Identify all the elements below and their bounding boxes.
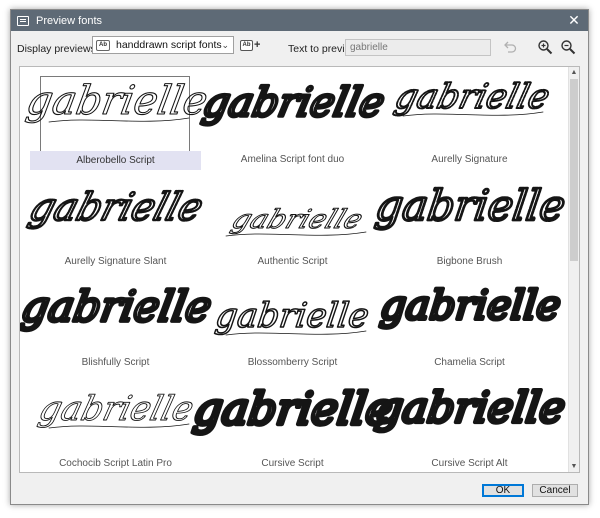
cancel-button[interactable]: Cancel bbox=[532, 484, 578, 497]
add-font-set-icon: Ab bbox=[240, 39, 253, 51]
font-set-value: handdrawn script fonts bbox=[116, 39, 222, 51]
font-name-label: Alberobello Script bbox=[30, 151, 201, 170]
font-name-label: Blishfully Script bbox=[81, 357, 150, 368]
font-preview-item[interactable]: gabrielle Chamelia Script bbox=[376, 278, 565, 378]
scroll-up-icon[interactable]: ▲ bbox=[569, 67, 579, 78]
zoom-in-icon[interactable] bbox=[537, 39, 553, 55]
font-name-label: Amelina Script font duo bbox=[240, 154, 345, 165]
font-preview-sample: gabrielle bbox=[188, 379, 397, 457]
font-name-label: Cursive Script bbox=[261, 458, 324, 469]
font-preview-sample: gabrielle bbox=[197, 75, 391, 153]
font-preview-sample: gabrielle bbox=[205, 278, 380, 356]
font-preview-text: gabrielle bbox=[372, 181, 568, 230]
font-preview-item[interactable]: gabrielle Aurelly Signature bbox=[382, 75, 557, 175]
font-name-label: Bigbone Brush bbox=[436, 256, 503, 267]
plus-icon: + bbox=[254, 39, 261, 51]
font-preview-item[interactable]: gabrielle Blossomberry Script bbox=[205, 278, 380, 378]
ok-button[interactable]: OK bbox=[482, 484, 524, 497]
font-preview-sample: gabrielle bbox=[376, 278, 565, 356]
font-set-dropdown[interactable]: Ab handdrawn script fonts ⌄ bbox=[92, 36, 234, 54]
zoom-out-icon[interactable] bbox=[560, 39, 576, 55]
font-name-label: Chamelia Script bbox=[434, 357, 505, 368]
font-preview-item[interactable]: gabrielle Alberobello Script bbox=[22, 75, 211, 175]
close-icon[interactable]: ✕ bbox=[566, 12, 582, 28]
font-preview-sample: gabrielle bbox=[23, 177, 209, 255]
undo-icon[interactable] bbox=[502, 39, 518, 55]
font-preview-text: gabrielle bbox=[227, 204, 367, 234]
font-preview-item[interactable]: gabrielle Cochocib Script Latin Pro bbox=[28, 379, 203, 472]
vertical-scrollbar[interactable]: ▲ ▼ bbox=[568, 67, 579, 472]
font-preview-text: gabrielle bbox=[391, 77, 554, 116]
font-preview-sample: gabrielle bbox=[28, 379, 203, 457]
font-preview-sample: gabrielle bbox=[22, 75, 211, 153]
font-name-label: Aurelly Signature bbox=[431, 154, 508, 165]
font-preview-text: gabrielle bbox=[23, 77, 211, 124]
font-preview-text: gabrielle bbox=[190, 384, 395, 435]
font-preview-sample: gabrielle bbox=[382, 75, 557, 153]
font-name-label: Cursive Script Alt bbox=[431, 458, 508, 469]
font-preview-item[interactable]: gabrielle Blishfully Script bbox=[20, 278, 217, 378]
toolbar: Display previews for: Ab handdrawn scrip… bbox=[11, 31, 588, 61]
font-preview-sample: gabrielle bbox=[20, 278, 217, 356]
font-preview-item[interactable]: gabrielle Cursive Script Alt bbox=[370, 379, 570, 472]
font-preview-text: gabrielle bbox=[24, 186, 208, 230]
font-preview-list: ▲ ▼ gabrielle Alberobello Script gabrielle… bbox=[19, 66, 580, 473]
font-preview-item[interactable]: gabrielle Authentic Script bbox=[205, 177, 380, 277]
font-name-label: Blossomberry Script bbox=[247, 357, 338, 368]
preview-fonts-dialog: Preview fonts ✕ Display previews for: Ab… bbox=[10, 9, 589, 505]
font-set-icon: Ab bbox=[96, 39, 110, 51]
font-preview-item[interactable]: gabrielle Aurelly Signature Slant bbox=[23, 177, 209, 277]
dialog-title: Preview fonts bbox=[36, 14, 103, 27]
font-preview-text: gabrielle bbox=[199, 78, 389, 125]
add-font-set-button[interactable]: Ab + bbox=[240, 37, 262, 53]
font-name-label: Authentic Script bbox=[257, 256, 328, 267]
font-preview-sample: gabrielle bbox=[205, 177, 380, 255]
dialog-icon bbox=[17, 15, 29, 26]
title-bar: Preview fonts ✕ bbox=[11, 10, 588, 31]
scroll-down-icon[interactable]: ▼ bbox=[569, 461, 579, 472]
font-preview-text: gabrielle bbox=[378, 283, 563, 329]
font-name-label: Aurelly Signature Slant bbox=[64, 256, 167, 267]
font-preview-text: gabrielle bbox=[212, 296, 370, 336]
font-preview-sample: gabrielle bbox=[370, 379, 570, 457]
scrollbar-thumb[interactable] bbox=[570, 79, 578, 261]
font-preview-item[interactable]: gabrielle Amelina Script font duo bbox=[197, 75, 391, 175]
font-preview-text: gabrielle bbox=[19, 282, 215, 331]
font-preview-text: gabrielle bbox=[372, 383, 568, 432]
font-preview-sample: gabrielle bbox=[371, 177, 569, 255]
font-name-label: Cochocib Script Latin Pro bbox=[59, 458, 172, 469]
font-preview-item[interactable]: gabrielle Bigbone Brush bbox=[371, 177, 569, 277]
preview-text-input[interactable] bbox=[345, 39, 491, 56]
font-preview-text: gabrielle bbox=[35, 389, 198, 428]
font-preview-item[interactable]: gabrielle Cursive Script bbox=[188, 379, 397, 472]
chevron-down-icon: ⌄ bbox=[221, 40, 229, 50]
